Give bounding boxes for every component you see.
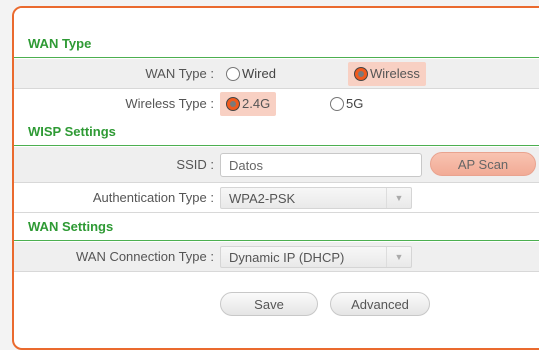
wan-connection-select[interactable]: Dynamic IP (DHCP) ▼ bbox=[220, 246, 412, 268]
wan-connection-row: WAN Connection Type : Dynamic IP (DHCP) … bbox=[14, 242, 539, 272]
wireless-type-24g-option[interactable]: 2.4G bbox=[220, 92, 277, 116]
wan-connection-label: WAN Connection Type : bbox=[75, 249, 214, 264]
wan-type-wired-option[interactable]: Wired bbox=[220, 62, 282, 86]
wan-type-label: WAN Type : bbox=[145, 66, 214, 81]
authentication-select[interactable]: WPA2-PSK ▼ bbox=[220, 187, 412, 209]
wan-connection-value: Dynamic IP (DHCP) bbox=[229, 250, 345, 265]
chevron-down-icon[interactable]: ▼ bbox=[386, 247, 411, 267]
authentication-value: WPA2-PSK bbox=[229, 191, 296, 206]
ap-scan-button[interactable]: AP Scan bbox=[430, 152, 536, 176]
wireless-type-row: Wireless Type : 2.4G 5G bbox=[14, 89, 539, 119]
ssid-input[interactable]: Datos bbox=[220, 153, 422, 177]
wireless-type-5g-option[interactable]: 5G bbox=[324, 92, 369, 116]
authentication-row: Authentication Type : WPA2-PSK ▼ bbox=[14, 183, 539, 213]
ssid-label: SSID : bbox=[176, 157, 214, 172]
wireless-type-label: Wireless Type : bbox=[125, 96, 214, 111]
panel-top-bar bbox=[14, 8, 539, 31]
advanced-button[interactable]: Advanced bbox=[330, 292, 430, 316]
wan-type-wireless-label: Wireless bbox=[370, 66, 420, 81]
chevron-down-icon[interactable]: ▼ bbox=[386, 188, 411, 208]
wan-type-row: WAN Type : Wired Wireless bbox=[14, 59, 539, 89]
radio-unselected-icon[interactable] bbox=[226, 67, 240, 81]
radio-selected-icon[interactable] bbox=[226, 97, 240, 111]
wireless-type-5g-label: 5G bbox=[346, 96, 364, 111]
wan-type-wired-label: Wired bbox=[242, 66, 276, 81]
section-wisp-settings: WISP Settings bbox=[14, 118, 539, 146]
ssid-row: SSID : Datos AP Scan bbox=[14, 147, 539, 183]
wan-type-wireless-option[interactable]: Wireless bbox=[348, 62, 426, 86]
radio-unselected-icon[interactable] bbox=[330, 97, 344, 111]
authentication-label: Authentication Type : bbox=[92, 190, 214, 205]
section-wan-settings: WAN Settings bbox=[14, 213, 539, 241]
section-wan-type: WAN Type bbox=[14, 30, 539, 58]
wireless-type-24g-label: 2.4G bbox=[242, 96, 271, 111]
action-row: Save Advanced bbox=[14, 272, 539, 316]
wan-settings-panel: WAN Type WAN Type : Wired Wireless Wirel… bbox=[12, 6, 539, 350]
save-button[interactable]: Save bbox=[220, 292, 318, 316]
radio-selected-icon[interactable] bbox=[354, 67, 368, 81]
